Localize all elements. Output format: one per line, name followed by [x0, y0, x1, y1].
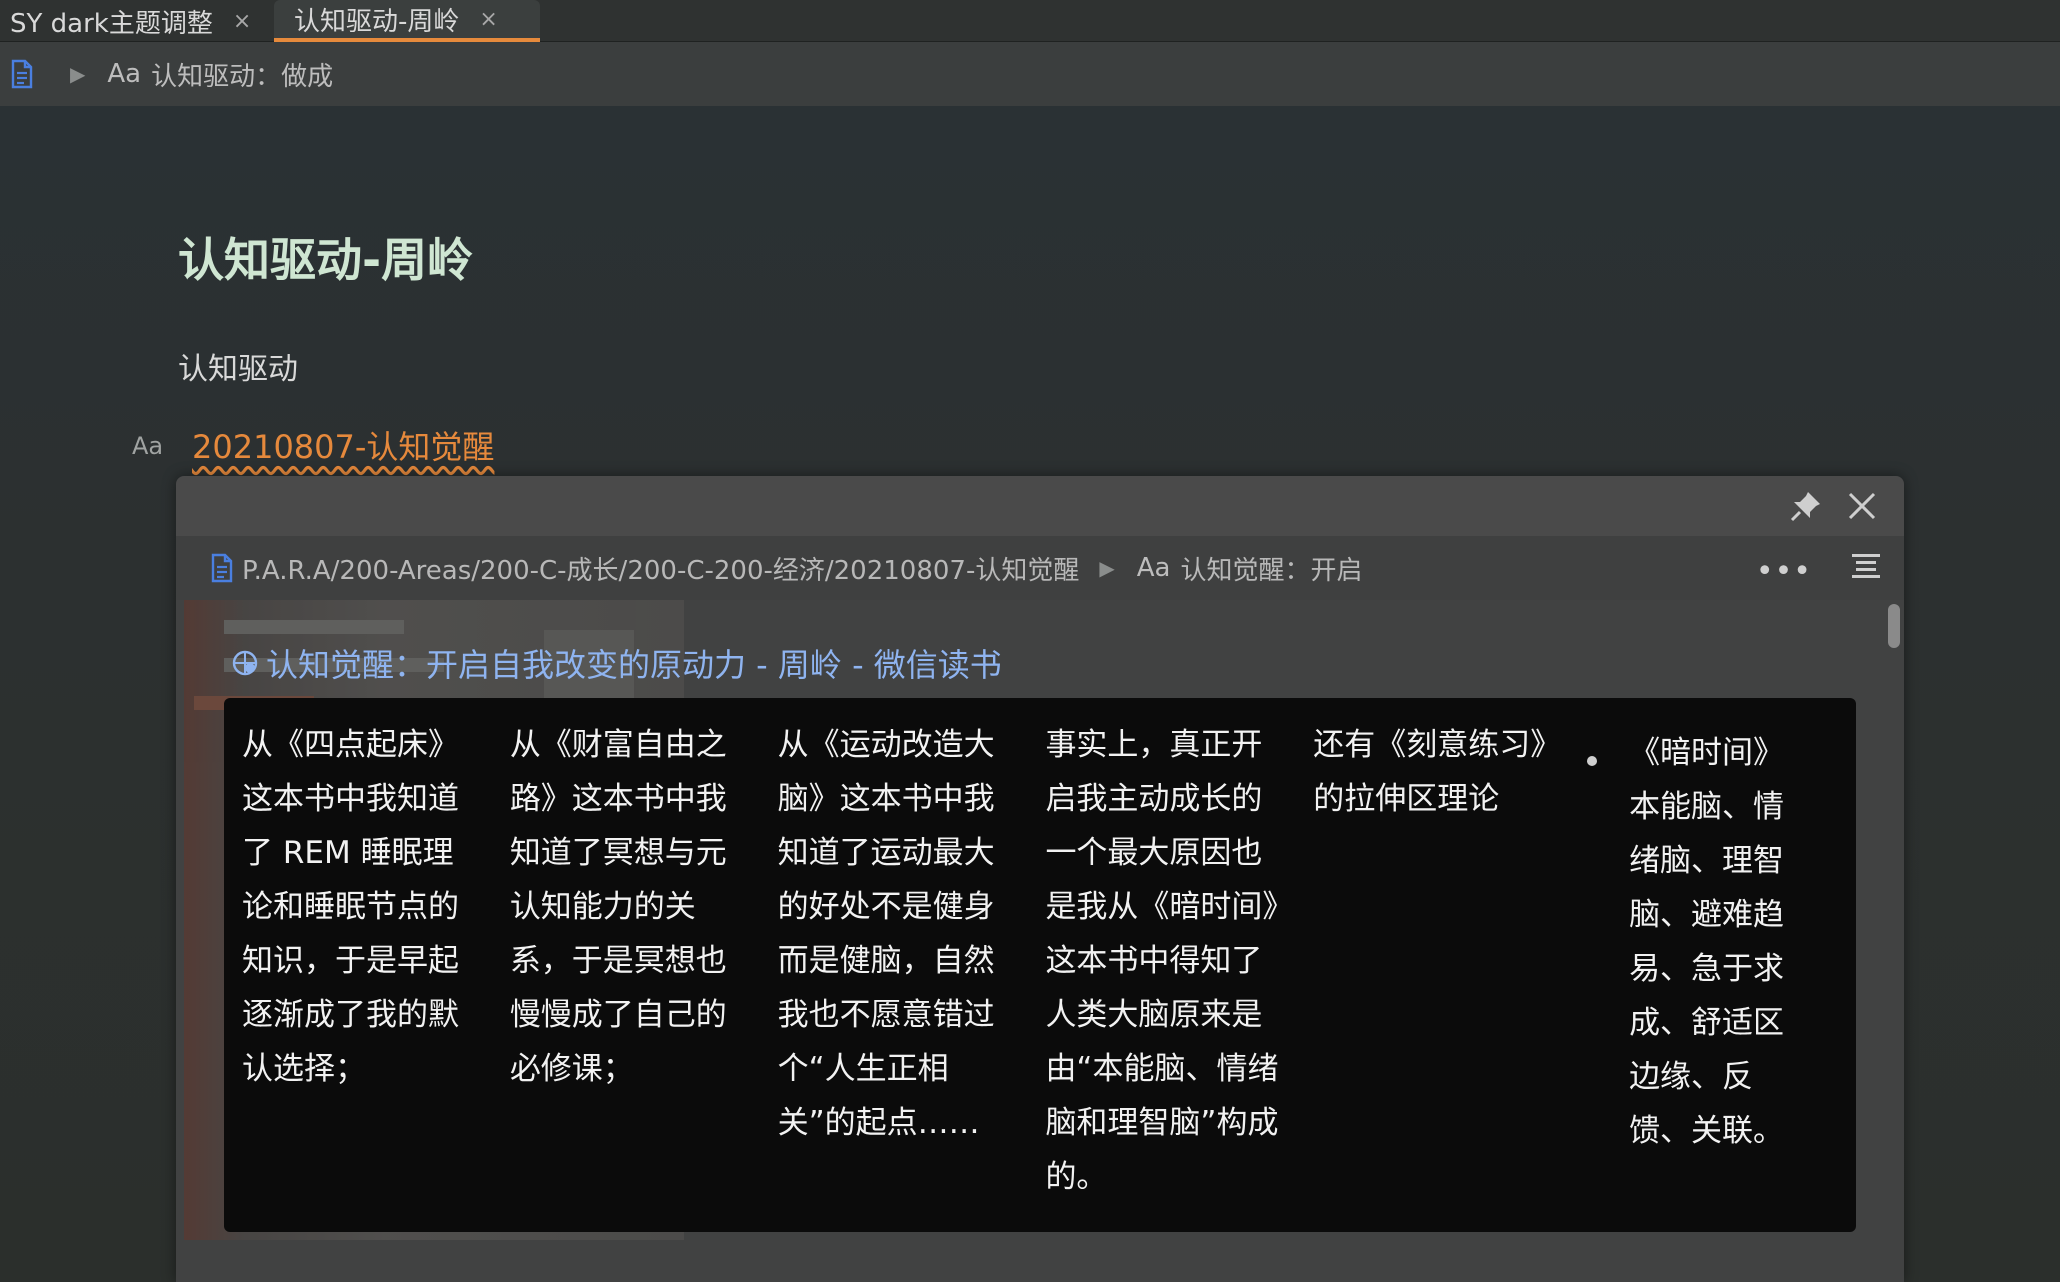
paragraph-block[interactable]: 认知驱动 [178, 344, 298, 388]
pin-icon[interactable] [1788, 488, 1824, 524]
table-cell[interactable]: 从《四点起床》这本书中我知道了 REM 睡眠理论和睡眠节点的知识，于是早起逐渐成… [242, 718, 510, 1212]
table-cell[interactable]: 从《财富自由之路》这本书中我知道了冥想与元认知能力的关系，于是冥想也慢慢成了自己… [510, 718, 778, 1212]
bullet-icon [1587, 756, 1598, 766]
block-type-marker: Aa [132, 432, 164, 460]
content-table: 从《四点起床》这本书中我知道了 REM 睡眠理论和睡眠节点的知识，于是早起逐渐成… [224, 698, 1856, 1232]
table-cell[interactable]: 事实上，真正开启我主动成长的一个最大原因也是我从《暗时间》这本书中得知了人类大脑… [1045, 718, 1313, 1212]
more-icon[interactable]: ••• [1756, 554, 1812, 589]
breadcrumb-separator-icon: ▶ [1099, 556, 1115, 580]
breadcrumb-heading[interactable]: 认知觉醒：开启 [1180, 550, 1362, 587]
document-title[interactable]: 认知驱动-周岭 [178, 224, 473, 290]
outline-icon[interactable] [1850, 550, 1882, 582]
table-cell[interactable]: 从《运动改造大脑》这本书中我知道了运动最大的好处不是健身而是健脑，自然我也不愿意… [778, 718, 1046, 1212]
tab-cognitive-drive[interactable]: 认知驱动-周岭 × [274, 0, 540, 42]
link-text: 认知觉醒：开启自我改变的原动力 - 周岭 - 微信读书 [266, 646, 1002, 684]
block-preview-popover: P.A.R.A/200-Areas/200-C-成长/200-C-200-经济/… [176, 476, 1904, 1282]
list-item: 《暗时间》本能脑、情绪脑、理智脑、避难趋易、急于求成、舒适区边缘、反馈、关联。 [1629, 735, 1785, 1149]
tab-label: 认知驱动-周岭 [294, 6, 460, 37]
table-cell[interactable]: 《暗时间》本能脑、情绪脑、理智脑、避难趋易、急于求成、舒适区边缘、反馈、关联。 [1581, 718, 1838, 1212]
tab-bar: SY dark主题调整 × 认知驱动-周岭 × [0, 0, 2060, 42]
breadcrumb-path[interactable]: P.A.R.A/200-Areas/200-C-成长/200-C-200-经济/… [242, 550, 1079, 587]
close-icon[interactable] [1844, 488, 1880, 524]
weread-link[interactable]: 认知觉醒：开启自我改变的原动力 - 周岭 - 微信读书 [232, 640, 1002, 686]
table-cell[interactable]: 还有《刻意练习》的拉伸区理论 [1313, 718, 1581, 1212]
block-reference-link[interactable]: 20210807-认知觉醒 [192, 422, 494, 468]
tab-label: SY dark主题调整 [10, 8, 213, 39]
document-icon[interactable] [210, 553, 234, 583]
breadcrumb: ▶ Aa 认知驱动：做成 [0, 42, 2060, 106]
scrollbar-thumb[interactable] [1888, 604, 1900, 648]
breadcrumb-separator-icon: ▶ [70, 62, 86, 86]
tab-sy-dark-theme[interactable]: SY dark主题调整 × [0, 0, 258, 42]
tab-close-icon[interactable]: × [479, 7, 497, 32]
breadcrumb-item[interactable]: 认知驱动：做成 [151, 56, 333, 93]
document-icon[interactable] [10, 59, 34, 89]
heading-type-marker: Aa [107, 59, 142, 89]
heading-type-marker: Aa [1136, 553, 1171, 583]
popover-toolbar [176, 476, 1904, 536]
popover-breadcrumb: P.A.R.A/200-Areas/200-C-成长/200-C-200-经济/… [176, 536, 1904, 600]
weread-icon [232, 650, 258, 676]
popover-content[interactable]: 认知觉醒：开启自我改变的原动力 - 周岭 - 微信读书 从《四点起床》这本书中我… [176, 600, 1904, 1282]
tab-close-icon[interactable]: × [233, 9, 251, 34]
